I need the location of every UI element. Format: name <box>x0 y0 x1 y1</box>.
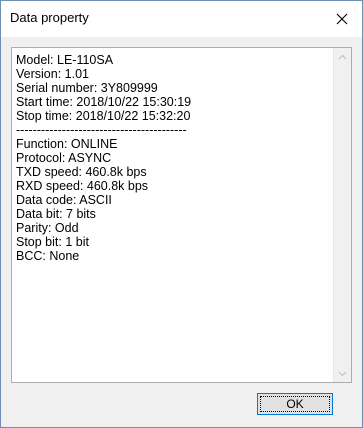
close-button[interactable] <box>322 1 362 37</box>
property-text: Model: LE-110SA Version: 1.01 Serial num… <box>16 53 191 263</box>
text-line-rxd-speed: RXD speed: 460.8k bps <box>16 179 149 193</box>
text-line-parity: Parity: Odd <box>16 221 79 235</box>
text-line-function: Function: ONLINE <box>16 137 118 151</box>
chevron-up-icon <box>338 54 347 59</box>
text-line-start-time: Start time: 2018/10/22 15:30:19 <box>16 95 192 109</box>
chevron-down-icon <box>338 371 347 376</box>
text-line-model: Model: LE-110SA <box>16 53 114 67</box>
close-icon <box>336 13 348 25</box>
data-property-dialog: Data property Model: LE-110SA Version: 1… <box>0 0 363 428</box>
property-text-area[interactable]: Model: LE-110SA Version: 1.01 Serial num… <box>11 47 352 383</box>
vertical-scrollbar[interactable] <box>333 48 351 382</box>
text-line-txd-speed: TXD speed: 460.8k bps <box>16 165 147 179</box>
text-line-stop-bit: Stop bit: 1 bit <box>16 235 89 249</box>
text-line-data-bit: Data bit: 7 bits <box>16 207 96 221</box>
text-line-stop-time: Stop time: 2018/10/22 15:32:20 <box>16 109 191 123</box>
text-line-bcc: BCC: None <box>16 249 80 263</box>
ok-button[interactable]: OK <box>257 393 333 415</box>
scroll-up-button[interactable] <box>334 48 351 65</box>
title-bar: Data property <box>1 1 362 37</box>
text-line-data-code: Data code: ASCII <box>16 193 112 207</box>
scroll-down-button[interactable] <box>334 365 351 382</box>
dialog-title: Data property <box>10 10 89 25</box>
text-line-serial-number: Serial number: 3Y809999 <box>16 81 158 95</box>
text-line-separator: ----------------------------------------… <box>16 123 187 137</box>
text-line-protocol: Protocol: ASYNC <box>16 151 112 165</box>
text-line-version: Version: 1.01 <box>16 67 89 81</box>
